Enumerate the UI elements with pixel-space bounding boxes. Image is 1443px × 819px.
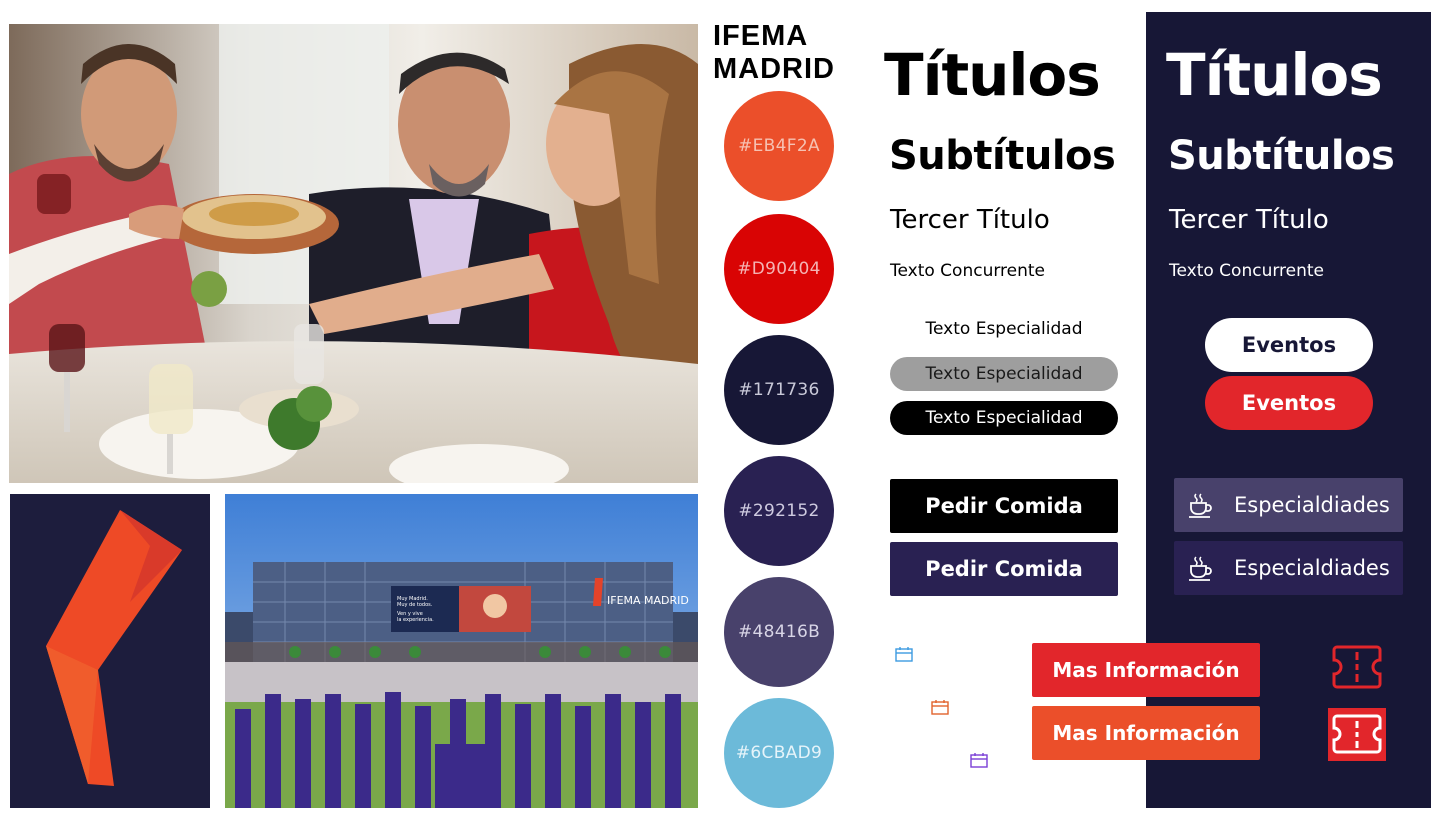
specialty-label: Texto Especialidad (925, 364, 1083, 384)
specialties-button-slate[interactable]: Especialdiades (1174, 478, 1403, 532)
events-button-red[interactable]: Eventos (1205, 376, 1373, 430)
events-button-white[interactable]: Eventos (1205, 318, 1373, 372)
order-food-button-black[interactable]: Pedir Comida (890, 479, 1118, 533)
banner-line-2: Muy de todos. (397, 602, 433, 608)
specialty-label: Texto Especialidad (925, 319, 1083, 339)
order-food-label: Pedir Comida (925, 557, 1083, 581)
ifema-symbol-logo (46, 510, 182, 786)
swatch-navy: #171736 (724, 335, 834, 445)
more-info-button-red[interactable]: Mas Información (1032, 643, 1260, 697)
specialty-label: Texto Especialidad (925, 408, 1083, 428)
ticket-icon[interactable] (1331, 644, 1383, 690)
light-title-sample: Títulos (884, 41, 1101, 109)
order-food-label: Pedir Comida (925, 494, 1083, 518)
coffee-cup-icon (1189, 493, 1212, 518)
dark-body-text-sample: Texto Concurrente (1169, 261, 1325, 281)
swatch-orange: #EB4F2A (724, 91, 834, 201)
light-third-title-sample: Tercer Título (890, 205, 1050, 235)
brand-line-2: MADRID (713, 53, 835, 85)
calendar-icon (895, 647, 913, 662)
swatch-label: #292152 (738, 501, 820, 521)
light-subtitle-sample: Subtítulos (889, 133, 1116, 179)
banner-line-4: la experiencia. (397, 617, 434, 623)
building-sign-brand: IFEMA MADRID (607, 594, 689, 607)
dark-subtitle-sample: Subtítulos (1168, 133, 1395, 179)
swatch-sky-blue: #6CBAD9 (724, 698, 834, 808)
swatch-red: #D90404 (724, 214, 834, 324)
dinner-photo (9, 24, 698, 483)
calendar-icon (970, 753, 988, 768)
ifema-building-illustration: Muy Madrid. Muy de todos. Ven y vive la … (225, 494, 698, 808)
brand-line-1: IFEMA (713, 20, 809, 52)
swatch-label: #171736 (738, 380, 820, 400)
dark-title-sample: Títulos (1166, 41, 1383, 109)
swatch-slate: #48416B (724, 577, 834, 687)
more-info-button-orange[interactable]: Mas Información (1032, 706, 1260, 760)
events-label: Eventos (1241, 391, 1337, 415)
brand-wordmark: IFEMA MADRID (713, 20, 853, 86)
specialty-pill-black[interactable]: Texto Especialidad (890, 401, 1118, 435)
building-photo: Muy Madrid. Muy de todos. Ven y vive la … (225, 494, 698, 808)
specialty-pill-grey[interactable]: Texto Especialidad (890, 357, 1118, 391)
ticket-icon-filled-tile[interactable] (1328, 708, 1386, 761)
specialty-text-plain: Texto Especialidad (890, 312, 1118, 346)
more-info-label: Mas Información (1052, 721, 1240, 745)
ticket-icon (1332, 714, 1382, 754)
light-body-text-sample: Texto Concurrente (890, 261, 1046, 281)
specialties-label: Especialdiades (1234, 556, 1390, 580)
events-label: Eventos (1241, 333, 1337, 357)
coffee-cup-icon (1189, 556, 1212, 581)
swatch-label: #D90404 (737, 259, 821, 279)
order-food-button-purple[interactable]: Pedir Comida (890, 542, 1118, 596)
calendar-icon (931, 700, 949, 715)
specialties-button-indigo[interactable]: Especialdiades (1174, 541, 1403, 595)
specialties-label: Especialdiades (1234, 493, 1390, 517)
more-info-label: Mas Información (1052, 658, 1240, 682)
swatch-label: #6CBAD9 (735, 743, 823, 763)
swatch-label: #48416B (737, 622, 821, 642)
swatch-indigo: #292152 (724, 456, 834, 566)
swatch-label: #EB4F2A (738, 136, 820, 156)
brand-symbol-panel (10, 494, 210, 808)
dinner-scene-illustration (9, 24, 698, 483)
dark-third-title-sample: Tercer Título (1169, 205, 1329, 235)
